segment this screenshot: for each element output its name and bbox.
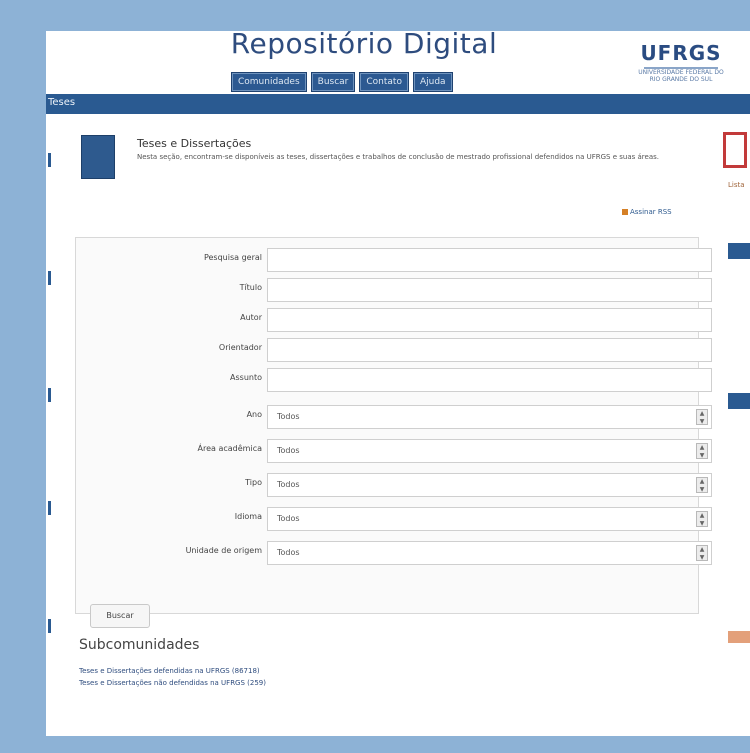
breadcrumb[interactable]: Teses [48,97,75,108]
rss-label: Assinar RSS [630,208,672,216]
select-value: Todos [277,446,300,455]
select-label: Tipo [245,478,262,487]
origin-unit-select[interactable]: Todos ▲ ▼ [267,541,712,565]
form-row: Área acadêmica Todos ▲ ▼ [76,438,712,464]
select-label: Unidade de origem [185,546,262,555]
subject-input[interactable] [267,368,712,392]
subcommunities-heading: Subcomunidades [79,637,200,653]
select-label: Ano [246,410,262,419]
sidebar-text: Lista [728,181,745,189]
nav-comunidades-button[interactable]: Comunidades [231,72,307,92]
logo-text: UFRGS [640,41,722,65]
left-edge-marker [48,501,51,515]
select-value: Todos [277,548,300,557]
select-arrow-icon: ▲ ▼ [696,477,708,493]
select-arrow-icon: ▲ ▼ [696,409,708,425]
ufrgs-logo[interactable]: UFRGS UNIVERSIDADE FEDERAL DO RIO GRANDE… [636,41,726,83]
general-search-input[interactable] [267,248,712,272]
subcommunity-link[interactable]: Teses e Dissertações não defendidas na U… [79,679,266,687]
community-description: Nesta seção, encontram-se disponíveis as… [137,153,659,161]
site-title[interactable]: Repositório Digital [214,31,514,60]
select-value: Todos [277,480,300,489]
nav-contato-button[interactable]: Contato [359,72,409,92]
logo-subtitle: UNIVERSIDADE FEDERAL DO RIO GRANDE DO SU… [638,69,724,83]
community-title: Teses e Dissertações [137,137,252,150]
select-value: Todos [277,514,300,523]
author-input[interactable] [267,308,712,332]
nav-ajuda-button[interactable]: Ajuda [412,72,453,92]
sidebar-alert-box[interactable] [723,132,747,168]
community-logo-icon [81,135,115,179]
sidebar-tab[interactable] [728,243,750,259]
left-edge-marker [48,619,51,633]
subcommunity-link[interactable]: Teses e Dissertações defendidas na UFRGS… [79,667,260,675]
form-row: Assunto [76,367,712,393]
field-label: Assunto [230,373,262,382]
top-navigation: Comunidades Buscar Contato Ajuda [231,72,453,92]
nav-buscar-button[interactable]: Buscar [310,72,356,92]
sidebar-badge [728,631,750,643]
field-label: Título [239,283,262,292]
form-row: Ano Todos ▲ ▼ [76,404,712,430]
form-row: Pesquisa geral [76,247,712,273]
search-form: Pesquisa geral Título Autor Orientador A… [75,237,712,614]
form-row: Orientador [76,337,712,363]
form-row: Tipo Todos ▲ ▼ [76,472,712,498]
left-edge-marker [48,388,51,402]
advisor-input[interactable] [267,338,712,362]
select-label: Idioma [234,512,262,521]
language-select[interactable]: Todos ▲ ▼ [267,507,712,531]
form-row: Autor [76,307,712,333]
left-edge-marker [48,271,51,285]
form-row: Idioma Todos ▲ ▼ [76,506,712,532]
form-row: Unidade de origem Todos ▲ ▼ [76,540,712,566]
search-button[interactable]: Buscar [90,604,150,628]
page-frame: Repositório Digital Comunidades Buscar C… [46,31,750,736]
type-select[interactable]: Todos ▲ ▼ [267,473,712,497]
rss-icon [622,209,628,215]
sidebar-tab[interactable] [728,393,750,409]
breadcrumb-bar: Teses [46,94,750,114]
select-label: Área acadêmica [197,444,262,453]
title-input[interactable] [267,278,712,302]
rss-link[interactable]: Assinar RSS [622,208,672,216]
field-label: Autor [240,313,262,322]
left-edge-marker [48,153,51,167]
select-arrow-icon: ▲ ▼ [696,545,708,561]
field-label: Orientador [218,343,262,352]
select-value: Todos [277,412,300,421]
select-arrow-icon: ▲ ▼ [696,511,708,527]
year-select[interactable]: Todos ▲ ▼ [267,405,712,429]
academic-area-select[interactable]: Todos ▲ ▼ [267,439,712,463]
form-row: Título [76,277,712,303]
field-label: Pesquisa geral [203,253,262,262]
select-arrow-icon: ▲ ▼ [696,443,708,459]
